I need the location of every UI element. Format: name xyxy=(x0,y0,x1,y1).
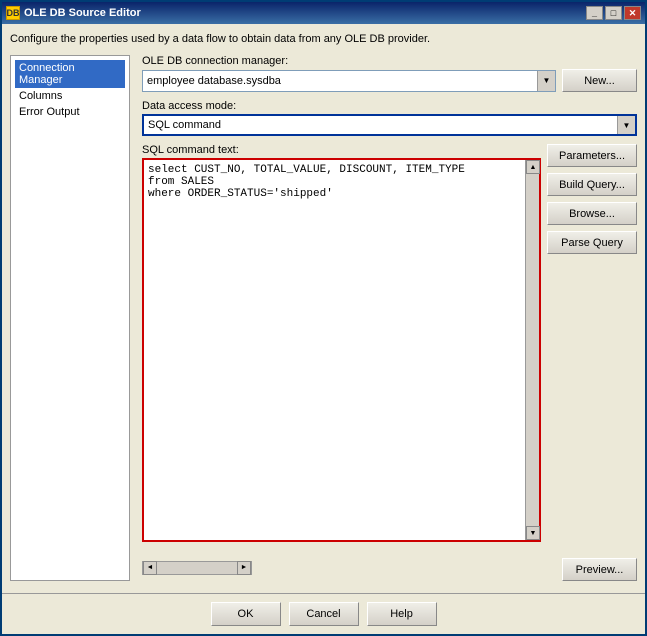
preview-btn-row: Preview... xyxy=(562,558,637,581)
h-scroll-track xyxy=(157,562,237,574)
cancel-button[interactable]: Cancel xyxy=(289,602,359,626)
sql-action-buttons: Parameters... Build Query... Browse... P… xyxy=(547,144,637,542)
sql-textarea-wrapper: select CUST_NO, TOTAL_VALUE, DISCOUNT, I… xyxy=(142,158,541,542)
window-title: OLE DB Source Editor xyxy=(24,7,141,19)
sql-text-panel: SQL command text: select CUST_NO, TOTAL_… xyxy=(142,144,541,542)
data-access-combobox[interactable]: SQL command ▼ xyxy=(142,114,637,136)
sidebar-item-error-output[interactable]: Error Output xyxy=(15,104,125,120)
connection-combobox[interactable]: employee database.sysdba ▼ xyxy=(142,70,556,92)
bottom-bar: ◄ ► Preview... xyxy=(142,550,637,581)
data-access-select[interactable]: SQL command xyxy=(148,116,631,134)
parse-query-button[interactable]: Parse Query xyxy=(547,231,637,254)
data-access-label: Data access mode: xyxy=(142,100,637,112)
sql-command-label: SQL command text: xyxy=(142,144,541,156)
horizontal-scrollbar[interactable]: ◄ ► xyxy=(142,561,252,575)
bottom-left: ◄ ► xyxy=(142,561,252,575)
parameters-button[interactable]: Parameters... xyxy=(547,144,637,167)
close-button[interactable]: ✕ xyxy=(624,6,641,20)
scroll-down-button[interactable]: ▼ xyxy=(526,526,540,540)
scroll-track xyxy=(526,174,539,526)
footer-buttons: OK Cancel Help xyxy=(2,593,645,634)
data-access-section: Data access mode: SQL command ▼ xyxy=(142,100,637,136)
vertical-scrollbar[interactable]: ▲ ▼ xyxy=(525,160,539,540)
connection-label: OLE DB connection manager: xyxy=(142,55,637,67)
ole-db-source-editor-window: DB OLE DB Source Editor _ □ ✕ Configure … xyxy=(0,0,647,636)
title-bar: DB OLE DB Source Editor _ □ ✕ xyxy=(2,2,645,24)
minimize-button[interactable]: _ xyxy=(586,6,603,20)
sidebar-item-connection-manager[interactable]: Connection Manager xyxy=(15,60,125,88)
sql-command-textarea[interactable]: select CUST_NO, TOTAL_VALUE, DISCOUNT, I… xyxy=(144,160,525,540)
scroll-up-button[interactable]: ▲ xyxy=(526,160,540,174)
maximize-button[interactable]: □ xyxy=(605,6,622,20)
sql-section: SQL command text: select CUST_NO, TOTAL_… xyxy=(142,144,637,542)
description-text: Configure the properties used by a data … xyxy=(10,32,637,47)
ok-button[interactable]: OK xyxy=(211,602,281,626)
connection-select[interactable]: employee database.sysdba xyxy=(147,71,551,91)
connection-manager-section: OLE DB connection manager: employee data… xyxy=(142,55,637,92)
browse-button[interactable]: Browse... xyxy=(547,202,637,225)
scroll-right-button[interactable]: ► xyxy=(237,561,251,575)
window-icon: DB xyxy=(6,6,20,20)
right-panel: OLE DB connection manager: employee data… xyxy=(130,55,637,581)
sidebar-item-columns[interactable]: Columns xyxy=(15,88,125,104)
help-button[interactable]: Help xyxy=(367,602,437,626)
new-button[interactable]: New... xyxy=(562,69,637,92)
left-navigation: Connection Manager Columns Error Output xyxy=(10,55,130,581)
preview-button[interactable]: Preview... xyxy=(562,558,637,581)
build-query-button[interactable]: Build Query... xyxy=(547,173,637,196)
scroll-left-button[interactable]: ◄ xyxy=(143,561,157,575)
